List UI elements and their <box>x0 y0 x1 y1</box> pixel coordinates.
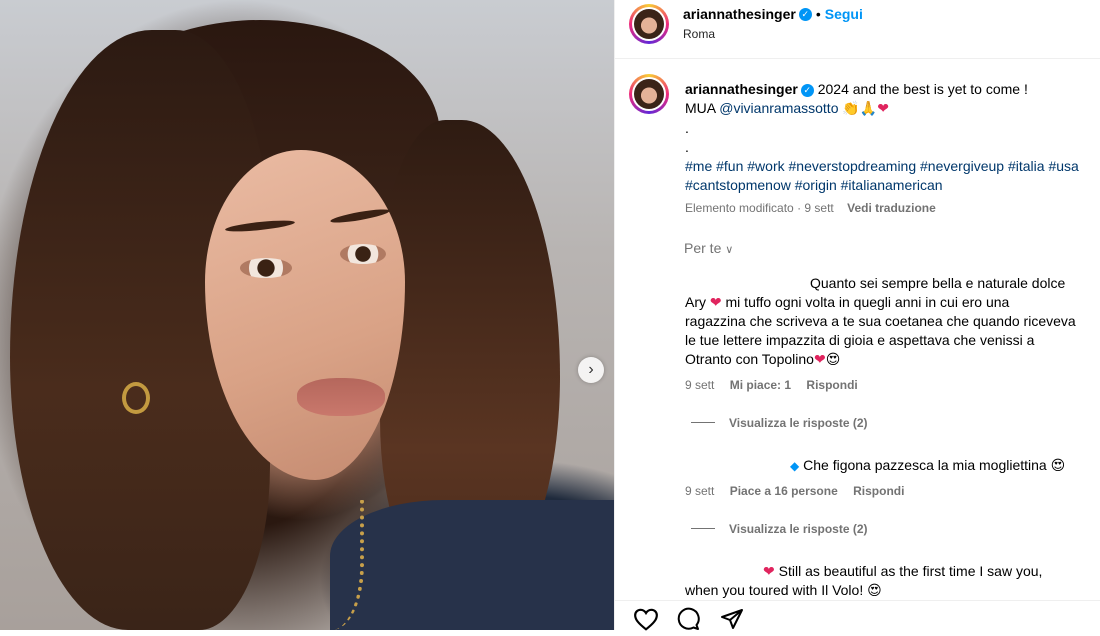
heart-emoji-icon: ❤ <box>813 351 826 367</box>
caption: ariannathesinger ✓ 2024 and the best is y… <box>685 80 1095 195</box>
post-panel: ariannathesinger ✓ • Segui Roma ariannathes… <box>614 0 1100 631</box>
heart-eyes-emoji: 😍 <box>1050 458 1066 474</box>
comment-time[interactable]: 9 sett <box>685 378 714 392</box>
replies-line <box>691 422 715 424</box>
hashtags-line[interactable]: #me #fun #work #neverstopdreaming #never… <box>685 157 1095 176</box>
avatar[interactable] <box>629 4 669 44</box>
caption-mua-label: MUA <box>685 100 716 116</box>
mua-mention-link[interactable]: @vivianramassotto <box>719 100 838 116</box>
photo-jacket <box>330 500 614 630</box>
header-separator: • <box>815 6 821 22</box>
filter-label: Per te <box>684 240 722 256</box>
photo-necklace <box>300 500 364 630</box>
comment-filter-dropdown[interactable]: Per te ∨ <box>684 240 733 256</box>
next-photo-button[interactable]: › <box>578 357 604 383</box>
comment-line: Ary <box>685 294 706 310</box>
heart-emoji-icon: ❤ <box>709 294 722 310</box>
comment: Quanto sei sempre bella e naturale dolce… <box>685 274 1095 370</box>
caption-meta: Elemento modificato · 9 sett Vedi traduz… <box>685 201 936 215</box>
verified-badge-icon: ✓ <box>800 83 814 97</box>
view-replies-button[interactable]: Visualizza le risposte (2) <box>691 520 868 538</box>
action-bar <box>615 600 1100 631</box>
hashtags-line[interactable]: #cantstopmenow #origin #italianamerican <box>685 176 1095 195</box>
chevron-right-icon: › <box>588 361 594 378</box>
caption-avatar[interactable] <box>629 74 669 114</box>
view-replies-label: Visualizza le risposte (2) <box>729 522 868 536</box>
comment-line: Still as beautiful as the first time I s… <box>778 563 1043 579</box>
view-replies-button[interactable]: Visualizza le risposte (2) <box>691 414 868 432</box>
caption-line1: 2024 and the best is yet to come ! <box>817 81 1028 97</box>
follow-button[interactable]: Segui <box>825 6 863 22</box>
view-replies-label: Visualizza le risposte (2) <box>729 416 868 430</box>
heart-emoji-icon: ❤ <box>877 100 889 116</box>
chevron-down-icon: ∨ <box>725 244 734 256</box>
heart-icon[interactable] <box>633 607 659 636</box>
comment-time[interactable]: 9 sett <box>685 484 714 498</box>
comment-line: mi tuffo ogni volta in quegli anni in cu… <box>725 294 1010 310</box>
photo-eye-left <box>240 258 292 278</box>
caption-username[interactable]: ariannathesinger <box>685 81 798 97</box>
comment: ❤ Still as beautiful as the first time I… <box>685 562 1095 600</box>
heart-eyes-emoji: 😍 <box>867 583 882 599</box>
post-photo <box>0 0 614 630</box>
comment-likes[interactable]: Mi piace: 1 <box>730 378 791 392</box>
replies-line <box>691 528 715 530</box>
heart-emoji-icon: ❤ <box>763 563 775 579</box>
comment-icon[interactable] <box>675 607 701 636</box>
comment-meta: 9 sett Piace a 16 persone Rispondi <box>685 484 904 498</box>
caption-emojis: 👏🙏 <box>842 101 878 117</box>
reply-button[interactable]: Rispondi <box>853 484 904 498</box>
blue-shape-icon: ◆ <box>790 459 800 473</box>
header-username[interactable]: ariannathesinger <box>683 6 796 22</box>
photo-eye-right <box>340 244 386 264</box>
caption-dot: . <box>685 139 689 155</box>
comment-line: Quanto sei sempre bella e naturale dolce <box>810 275 1066 291</box>
comment-line: le tue lettere impazzita di gioia e aspe… <box>685 332 1035 348</box>
see-translation-link[interactable]: Vedi traduzione <box>847 201 936 215</box>
location[interactable]: Roma <box>683 27 715 41</box>
caption-time[interactable]: 9 sett <box>804 201 833 215</box>
comment-line: Otranto con Topolino <box>685 351 814 367</box>
photo-lips <box>297 378 385 416</box>
comment-line: ragazzina che scriveva a te sua coetanea… <box>685 313 1076 329</box>
caption-dot: . <box>685 120 689 136</box>
heart-eyes-emoji: 😍 <box>825 352 841 368</box>
comment-text: Che figona pazzesca la mia mogliettina <box>803 457 1047 473</box>
post-header: ariannathesinger ✓ • Segui Roma <box>615 0 1100 59</box>
edited-label: Elemento modificato <box>685 201 794 215</box>
comment-likes[interactable]: Piace a 16 persone <box>730 484 838 498</box>
comments-scroll[interactable]: ariannathesinger ✓ 2024 and the best is y… <box>615 58 1100 600</box>
photo-earring <box>122 382 150 414</box>
reply-button[interactable]: Rispondi <box>806 378 857 392</box>
comment: ◆ Che figona pazzesca la mia mogliettina… <box>790 456 1065 476</box>
comment-meta: 9 sett Mi piace: 1 Rispondi <box>685 378 858 392</box>
verified-badge-icon: ✓ <box>798 8 812 22</box>
comment-line: when you toured with Il Volo! <box>685 582 864 598</box>
send-icon[interactable] <box>719 607 745 636</box>
